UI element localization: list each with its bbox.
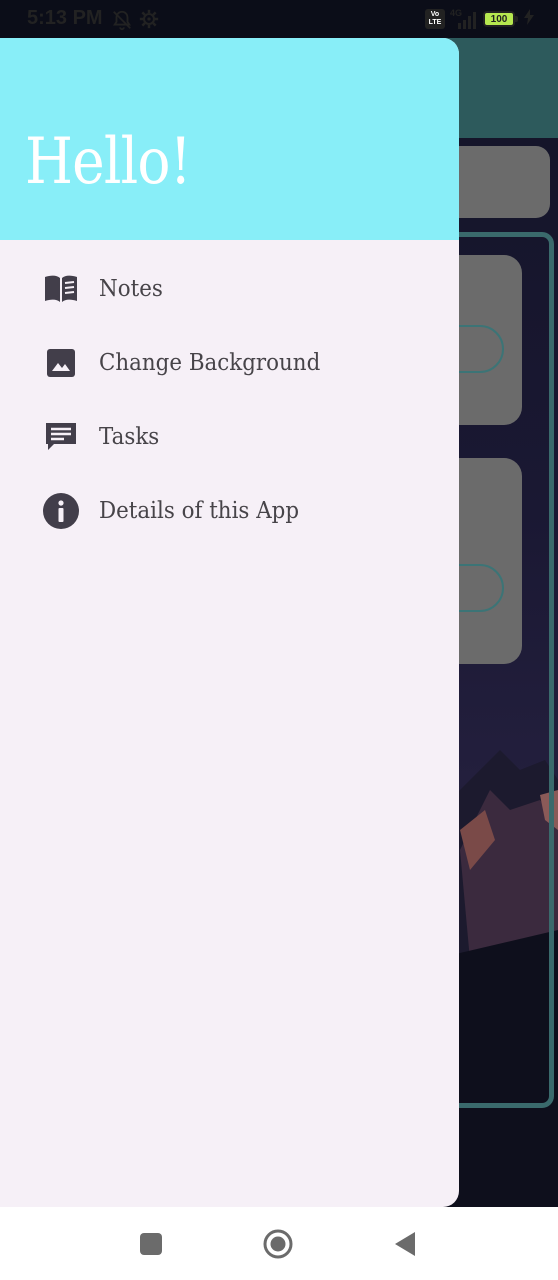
battery-icon: 100 [483,11,518,27]
drawer-item-label: Notes [99,276,163,302]
charging-icon [524,9,534,29]
navigation-drawer: Hello! Notes Change Background Tasks Det… [0,38,459,1207]
book-icon [42,270,80,308]
status-right-group: Vo LTE 4G 100 [425,8,534,30]
home-circle-icon[interactable] [263,1229,293,1259]
drawer-header-title: Hello! [25,125,192,199]
drawer-item-change-background[interactable]: Change Background [0,326,459,400]
drawer-menu: Notes Change Background Tasks Details of… [0,252,459,548]
network-type-label: 4G [450,8,463,18]
drawer-item-details[interactable]: Details of this App [0,474,459,548]
recents-square-icon[interactable] [136,1229,166,1259]
drawer-item-tasks[interactable]: Tasks [0,400,459,474]
signal-icon: 4G [450,8,478,29]
info-icon [42,492,80,530]
drawer-item-label: Details of this App [99,498,300,524]
volte-icon: Vo LTE [425,9,445,29]
system-navigation-bar [0,1207,558,1280]
drawer-item-label: Tasks [99,424,160,450]
message-icon [42,418,80,456]
drawer-item-notes[interactable]: Notes [0,252,459,326]
status-time: 5:13 PM [27,7,103,29]
drawer-header: Hello! [0,38,459,240]
battery-level: 100 [490,13,508,25]
image-icon [42,344,80,382]
notifications-off-icon [111,9,133,35]
settings-gear-icon [139,9,159,33]
drawer-item-label: Change Background [99,350,321,376]
back-triangle-icon[interactable] [390,1229,420,1259]
status-bar: 5:13 PM Vo LTE 4G 100 [0,0,558,38]
